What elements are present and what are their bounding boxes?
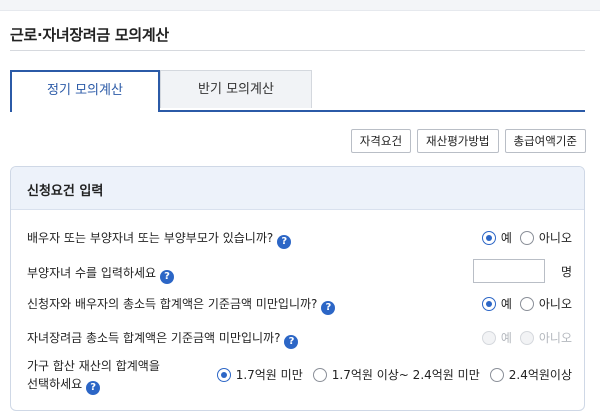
total-pay-criteria-button[interactable]: 총급여액기준	[504, 129, 586, 153]
title-divider	[10, 50, 585, 51]
radio-no-disabled: 아니오	[519, 329, 572, 346]
help-icon[interactable]: ?	[160, 270, 175, 284]
panel-title: 신청요건 입력	[27, 184, 104, 199]
radio-yes[interactable]: 예	[481, 229, 512, 246]
radio-empty-icon	[519, 296, 534, 311]
radio-yes-disabled: 예	[481, 329, 512, 346]
radio-no[interactable]: 아니오	[519, 229, 572, 246]
info-button-row: 자격요건 재산평가방법 총급여액기준	[350, 129, 586, 153]
radio-empty-icon	[312, 367, 327, 382]
panel-header: 신청요건 입력	[11, 167, 584, 210]
radio-no[interactable]: 아니오	[519, 295, 572, 312]
child-count-unit: 명	[560, 264, 572, 279]
question-household-assets: 가구 합산 재산의 합계액을 선택하세요? 1.7억원 미만 1.7억원 이상~…	[27, 357, 572, 397]
radio-assets-1-7-to-2-4[interactable]: 1.7억원 이상~ 2.4억원 미만	[312, 366, 480, 383]
help-icon[interactable]: ?	[277, 235, 292, 249]
radio-disabled-icon	[519, 330, 534, 345]
radio-disabled-icon	[481, 330, 496, 345]
question-dependents: 배우자 또는 부양자녀 또는 부양부모가 있습니까?? 예 아니오	[27, 229, 572, 249]
child-count-input[interactable]	[472, 259, 545, 283]
eligibility-button[interactable]: 자격요건	[350, 129, 412, 153]
question-total-income: 신청자와 배우자의 총소득 합계액은 기준금액 미만입니까?? 예 아니오	[27, 295, 572, 315]
tab-regular-simulation[interactable]: 정기 모의계산	[10, 70, 160, 112]
radio-assets-over-2-4[interactable]: 2.4억원이상	[489, 366, 572, 383]
radio-empty-icon	[489, 367, 504, 382]
top-bar	[0, 0, 600, 11]
radio-empty-icon	[519, 230, 534, 245]
radio-assets-under-1-7[interactable]: 1.7억원 미만	[216, 366, 303, 383]
help-icon[interactable]: ?	[321, 301, 336, 315]
radio-selected-icon	[481, 296, 496, 311]
question-total-income-label: 신청자와 배우자의 총소득 합계액은 기준금액 미만입니까?	[27, 297, 318, 311]
question-child-count: 부양자녀 수를 입력하세요? 명	[27, 259, 572, 285]
requirements-panel: 신청요건 입력 배우자 또는 부양자녀 또는 부양부모가 있습니까?? 예 아니…	[10, 166, 585, 411]
page-title: 근로·자녀장려금 모의계산	[10, 26, 169, 44]
tab-semiannual-simulation[interactable]: 반기 모의계산	[160, 70, 312, 108]
radio-yes[interactable]: 예	[481, 295, 512, 312]
question-household-assets-label-line2: 선택하세요	[27, 377, 83, 391]
question-child-incentive-income: 자녀장려금 총소득 합계액은 기준금액 미만입니까?? 예 아니오	[27, 329, 572, 349]
question-child-incentive-income-label: 자녀장려금 총소득 합계액은 기준금액 미만입니까?	[27, 331, 281, 345]
help-icon[interactable]: ?	[86, 381, 101, 395]
radio-selected-icon	[216, 367, 231, 382]
radio-selected-icon	[481, 230, 496, 245]
question-child-count-label: 부양자녀 수를 입력하세요	[27, 266, 157, 280]
tab-bar: 정기 모의계산 반기 모의계산	[10, 70, 585, 112]
question-household-assets-label-line1: 가구 합산 재산의 합계액을	[27, 359, 160, 373]
asset-method-button[interactable]: 재산평가방법	[417, 129, 499, 153]
question-dependents-label: 배우자 또는 부양자녀 또는 부양부모가 있습니까?	[27, 231, 274, 245]
help-icon[interactable]: ?	[284, 335, 299, 349]
